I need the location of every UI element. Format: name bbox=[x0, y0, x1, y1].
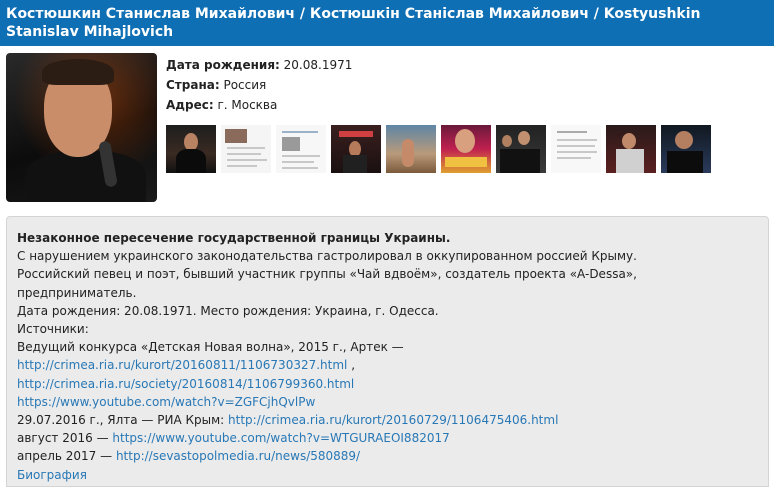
thumbnail-8[interactable] bbox=[551, 125, 601, 173]
thumbnail-2[interactable] bbox=[221, 125, 271, 173]
thumbnail-9[interactable] bbox=[606, 125, 656, 173]
source-row-6-prefix: апрель 2017 — bbox=[17, 449, 116, 464]
source-row-5: август 2016 — https://www.youtube.com/wa… bbox=[17, 429, 758, 447]
details-panel: Незаконное пересечение государственной г… bbox=[6, 216, 769, 487]
source-row-4: 29.07.2016 г., Ялта — РИА Крым: http://c… bbox=[17, 411, 758, 429]
address-label: Адрес: bbox=[166, 98, 214, 112]
info-row-birthdate: Дата рождения: 20.08.1971 bbox=[166, 55, 352, 75]
profile-info: Дата рождения: 20.08.1971 Страна: Россия… bbox=[166, 55, 352, 115]
biography-link[interactable]: Биография bbox=[17, 468, 87, 482]
thumbnail-4[interactable] bbox=[331, 125, 381, 173]
thumbnail-3[interactable] bbox=[276, 125, 326, 173]
details-title: Незаконное пересечение государственной г… bbox=[17, 231, 451, 245]
info-row-country: Страна: Россия bbox=[166, 75, 352, 95]
source-row-4-prefix: 29.07.2016 г., Ялта — РИА Крым: bbox=[17, 413, 229, 428]
thumbnail-10[interactable] bbox=[661, 125, 711, 173]
page-title: Костюшкин Станислав Михайлович / Костюшк… bbox=[0, 0, 774, 46]
sources-label: Источники: bbox=[17, 322, 89, 337]
address-value: г. Москва bbox=[217, 98, 278, 112]
source-row-3: https://www.youtube.com/watch?v=ZGFCjhQv… bbox=[17, 393, 758, 411]
birthdate-label: Дата рождения: bbox=[166, 58, 280, 72]
thumbnail-5[interactable] bbox=[386, 125, 436, 173]
photo-hair bbox=[42, 59, 114, 85]
source-row-1: http://crimea.ria.ru/kurort/20160811/110… bbox=[17, 356, 758, 374]
biography-row: Биография bbox=[17, 466, 758, 484]
thumbnail-1[interactable] bbox=[166, 125, 216, 173]
info-row-address: Адрес: г. Москва bbox=[166, 95, 352, 115]
source-link-4[interactable]: http://crimea.ria.ru/kurort/20160729/110… bbox=[228, 413, 558, 427]
source-row-2: http://crimea.ria.ru/society/20160814/11… bbox=[17, 375, 758, 393]
photo-shirt bbox=[26, 151, 146, 202]
details-line-2: Российский певец и поэт, бывший участник… bbox=[17, 267, 637, 282]
page-title-text: Костюшкин Станислав Михайлович / Костюшк… bbox=[6, 6, 701, 40]
source-link-1[interactable]: http://crimea.ria.ru/kurort/20160811/110… bbox=[17, 358, 347, 372]
details-line-1: С нарушением украинского законодательств… bbox=[17, 249, 637, 264]
source-link-6[interactable]: http://sevastopolmedia.ru/news/580889/ bbox=[116, 449, 360, 463]
source-link-2[interactable]: http://crimea.ria.ru/society/20160814/11… bbox=[17, 377, 354, 391]
source-link-3[interactable]: https://www.youtube.com/watch?v=ZGFCjhQv… bbox=[17, 395, 315, 409]
details-line-3: предприниматель. bbox=[17, 285, 137, 300]
birthdate-value: 20.08.1971 bbox=[283, 58, 353, 72]
details-line-birth: Дата рождения: 20.08.1971. Место рождени… bbox=[17, 303, 439, 318]
source-link-5[interactable]: https://www.youtube.com/watch?v=WTGURAEO… bbox=[112, 431, 449, 445]
country-value: Россия bbox=[223, 78, 267, 92]
thumbnail-7[interactable] bbox=[496, 125, 546, 173]
profile-photo[interactable] bbox=[6, 53, 157, 202]
country-label: Страна: bbox=[166, 78, 220, 92]
details-line-host: Ведущий конкурса «Детская Новая волна», … bbox=[17, 340, 404, 355]
thumbnail-6[interactable] bbox=[441, 125, 491, 173]
source-row-5-prefix: август 2016 — bbox=[17, 431, 113, 446]
source-link-1-tail: , bbox=[347, 358, 356, 373]
source-row-6: апрель 2017 — http://sevastopolmedia.ru/… bbox=[17, 447, 758, 465]
